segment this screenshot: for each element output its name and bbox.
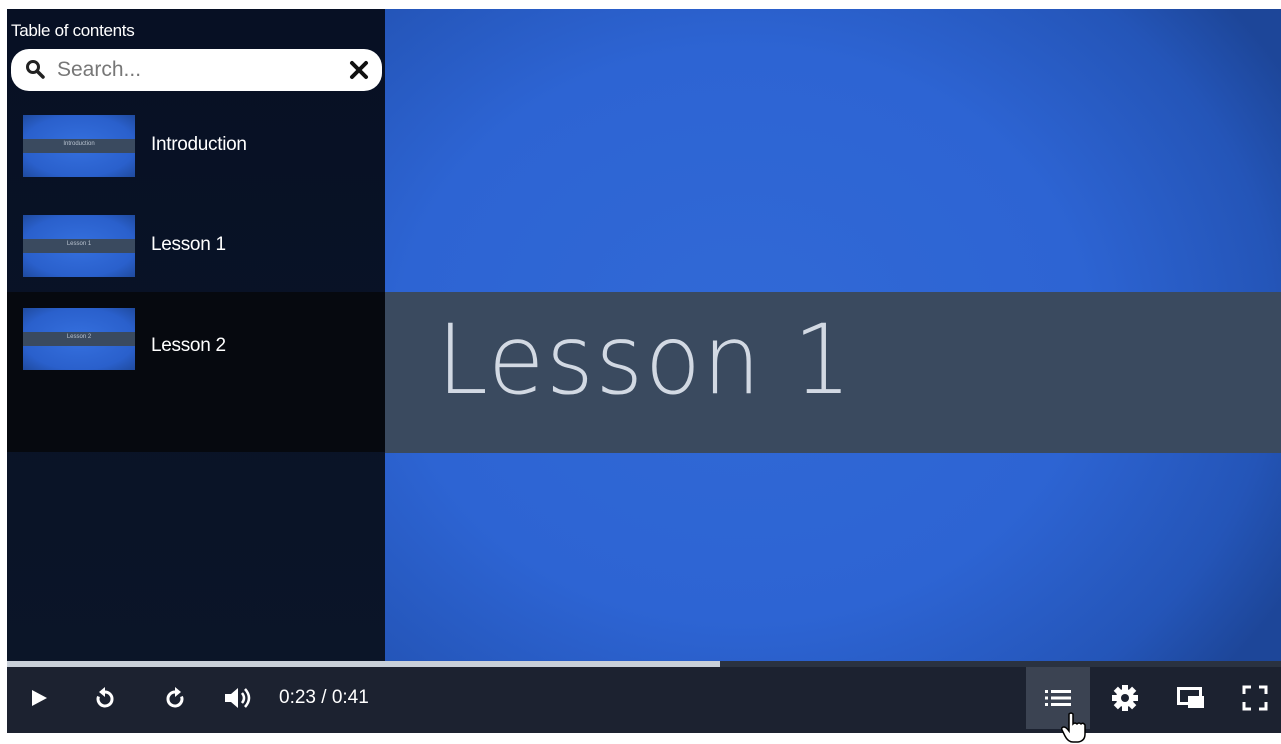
settings-button[interactable] [1105, 667, 1145, 729]
thumbnail: Introduction [23, 115, 135, 177]
picture-in-picture-icon [1177, 687, 1204, 708]
play-icon [32, 690, 47, 706]
search-field[interactable]: Search... [11, 49, 382, 91]
slide-title-band: Lesson 1 [385, 292, 1281, 453]
table-of-contents-panel: Table of contents Search... Introduction… [7, 9, 385, 661]
search-icon [26, 60, 45, 79]
video-area[interactable]: Lesson 1 [385, 9, 1281, 661]
hand-pointer-cursor-icon [1061, 712, 1086, 743]
toc-item-lesson-2[interactable]: Lesson 2 Lesson 2 [7, 292, 385, 452]
toc-item-label: Introduction [151, 134, 247, 155]
close-icon[interactable] [348, 59, 370, 81]
rewind-button[interactable] [87, 667, 123, 729]
thumbnail: Lesson 2 [23, 308, 135, 370]
toc-item-introduction[interactable]: Introduction Introduction [7, 108, 385, 208]
time-display: 0:23 / 0:41 [279, 687, 369, 708]
toc-title: Table of contents [11, 21, 135, 40]
fullscreen-button[interactable] [1235, 667, 1275, 729]
forward-button[interactable] [157, 667, 193, 729]
settings-gear-icon [1112, 685, 1138, 711]
forward-icon [166, 687, 184, 708]
toc-list-icon [1045, 690, 1071, 706]
thumbnail: Lesson 1 [23, 215, 135, 277]
rewind-icon [96, 687, 114, 708]
volume-icon [225, 688, 251, 708]
fullscreen-icon [1242, 685, 1268, 711]
picture-in-picture-button[interactable] [1171, 667, 1211, 729]
slide-title: Lesson 1 [437, 304, 854, 416]
play-button[interactable] [21, 667, 57, 729]
volume-button[interactable] [217, 667, 261, 729]
toc-item-label: Lesson 1 [151, 234, 226, 255]
video-player: Lesson 1 Table of contents Search... Int… [7, 9, 1281, 733]
control-bar: 0:23 / 0:41 [7, 667, 1281, 733]
search-input[interactable]: Search... [57, 58, 141, 82]
toc-item-label: Lesson 2 [151, 335, 226, 356]
